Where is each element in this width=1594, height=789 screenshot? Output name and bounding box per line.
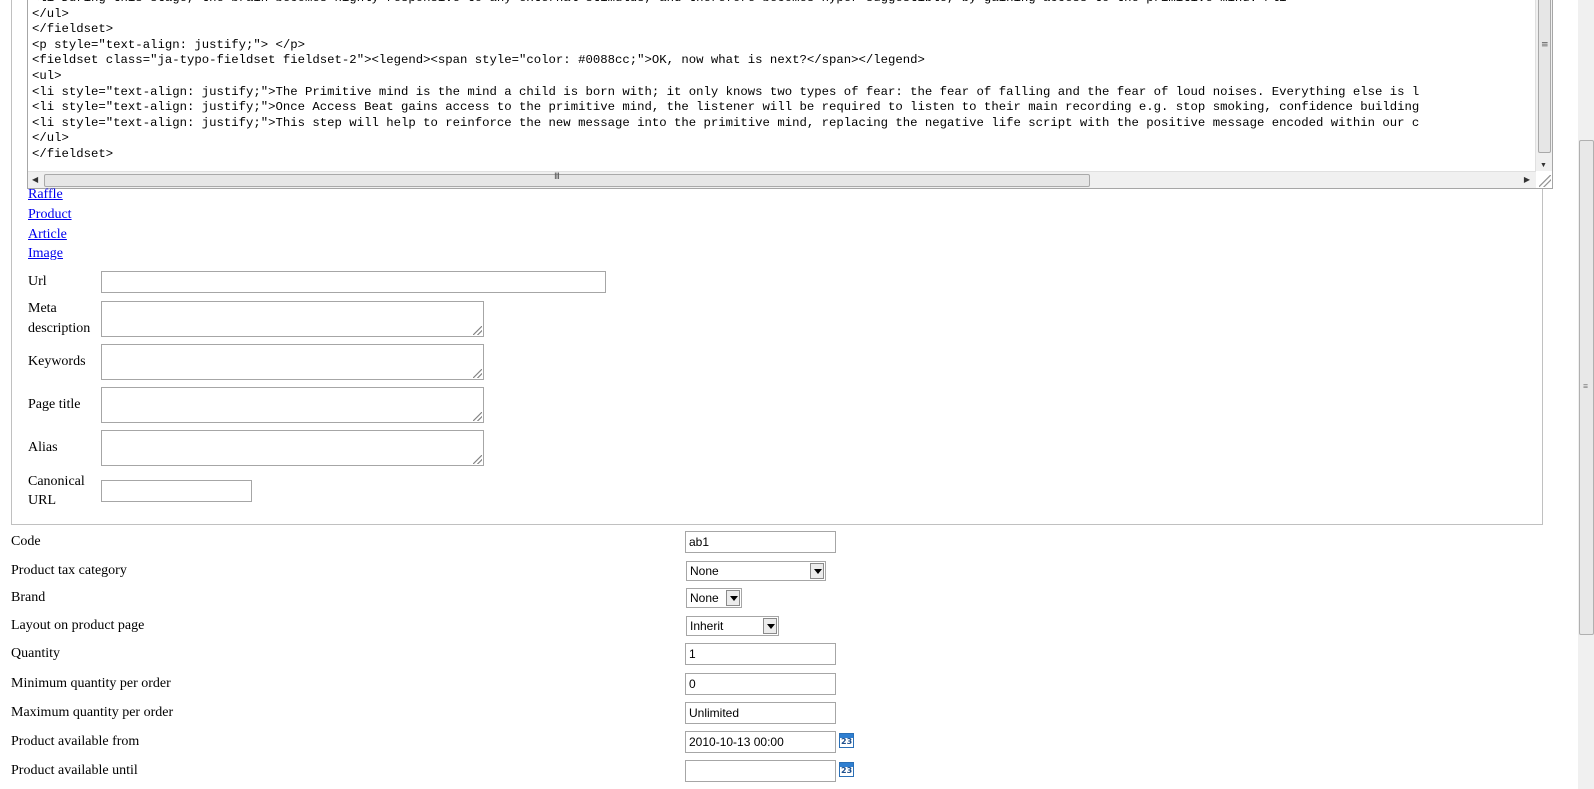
- available-from-input[interactable]: 2010-10-13 00:00: [685, 731, 836, 753]
- chevron-down-icon[interactable]: [763, 618, 777, 634]
- alias-label: Alias: [28, 440, 58, 455]
- calendar-icon-day: 23: [841, 737, 853, 746]
- meta-description-label-line2: description: [28, 321, 91, 336]
- meta-description-label-line1: Meta: [28, 301, 57, 316]
- canonical-url-label-line1: Canonical: [28, 474, 85, 489]
- code-input[interactable]: ab1: [685, 531, 836, 553]
- min-quantity-label: Minimum quantity per order: [11, 676, 171, 691]
- source-code-text[interactable]: <li>During this stage, the brain becomes…: [32, 0, 1419, 163]
- scroll-right-arrow-icon[interactable]: ▶: [1524, 175, 1530, 184]
- resize-handle-icon[interactable]: [1539, 175, 1551, 187]
- calendar-icon[interactable]: 23: [839, 733, 854, 748]
- tax-category-value: None: [690, 564, 719, 578]
- textarea-resize-icon[interactable]: [473, 455, 482, 464]
- textarea-resize-icon[interactable]: [473, 326, 482, 335]
- textarea-resize-icon[interactable]: [473, 369, 482, 378]
- keywords-label: Keywords: [28, 354, 86, 369]
- editor-horizontal-scroll-thumb[interactable]: III: [44, 172, 1090, 187]
- quantity-input[interactable]: 1: [685, 643, 836, 665]
- link-image[interactable]: Image: [28, 246, 63, 262]
- layout-label: Layout on product page: [11, 618, 145, 633]
- page-scroll-thumb[interactable]: ≡: [1579, 140, 1594, 635]
- link-product[interactable]: Product: [28, 207, 72, 223]
- min-quantity-input[interactable]: 0: [685, 673, 836, 695]
- alias-textarea[interactable]: [101, 430, 484, 466]
- url-input[interactable]: [101, 271, 606, 293]
- editor-vertical-scroll-thumb[interactable]: ≡: [1538, 0, 1551, 153]
- max-quantity-input[interactable]: Unlimited: [685, 702, 836, 724]
- available-from-label: Product available from: [11, 734, 140, 749]
- url-label: Url: [28, 274, 47, 289]
- chevron-down-icon[interactable]: [810, 563, 824, 579]
- page-vertical-scrollbar[interactable]: ≡: [1578, 0, 1594, 789]
- canonical-url-input[interactable]: [101, 480, 252, 502]
- layout-select[interactable]: Inherit: [686, 616, 779, 636]
- calendar-icon[interactable]: 23: [839, 762, 854, 777]
- brand-select[interactable]: None: [686, 588, 742, 608]
- keywords-textarea[interactable]: [101, 344, 484, 380]
- tax-category-select[interactable]: None: [686, 561, 826, 581]
- scroll-down-arrow-icon[interactable]: ▼: [1540, 161, 1547, 169]
- code-label: Code: [11, 534, 41, 549]
- page-title-label: Page title: [28, 397, 81, 412]
- textarea-resize-icon[interactable]: [473, 412, 482, 421]
- available-until-label: Product available until: [11, 763, 138, 778]
- editor-vertical-scrollbar[interactable]: ≡ ▼: [1535, 0, 1552, 171]
- page-title-textarea[interactable]: [101, 387, 484, 423]
- calendar-icon-day: 23: [841, 766, 853, 775]
- layout-value: Inherit: [690, 619, 724, 633]
- quantity-label: Quantity: [11, 646, 60, 661]
- hscroll-grip-icon: III: [554, 172, 560, 182]
- editor-horizontal-scrollbar[interactable]: ◀ III ▶: [28, 171, 1536, 188]
- meta-description-textarea[interactable]: [101, 301, 484, 337]
- html-source-editor[interactable]: <li>During this stage, the brain becomes…: [27, 0, 1553, 189]
- scroll-left-arrow-icon[interactable]: ◀: [32, 175, 38, 184]
- chevron-down-icon[interactable]: [726, 590, 740, 606]
- brand-value: None: [690, 591, 719, 605]
- canonical-url-label-line2: URL: [28, 493, 56, 508]
- available-until-input[interactable]: [685, 760, 836, 782]
- link-article[interactable]: Article: [28, 227, 67, 243]
- tax-category-label: Product tax category: [11, 563, 127, 578]
- scroll-grip-icon: ≡: [1583, 381, 1589, 391]
- scroll-grip-icon: ≡: [1541, 40, 1549, 50]
- max-quantity-label: Maximum quantity per order: [11, 705, 174, 720]
- link-raffle[interactable]: Raffle: [28, 187, 63, 203]
- brand-label: Brand: [11, 590, 46, 605]
